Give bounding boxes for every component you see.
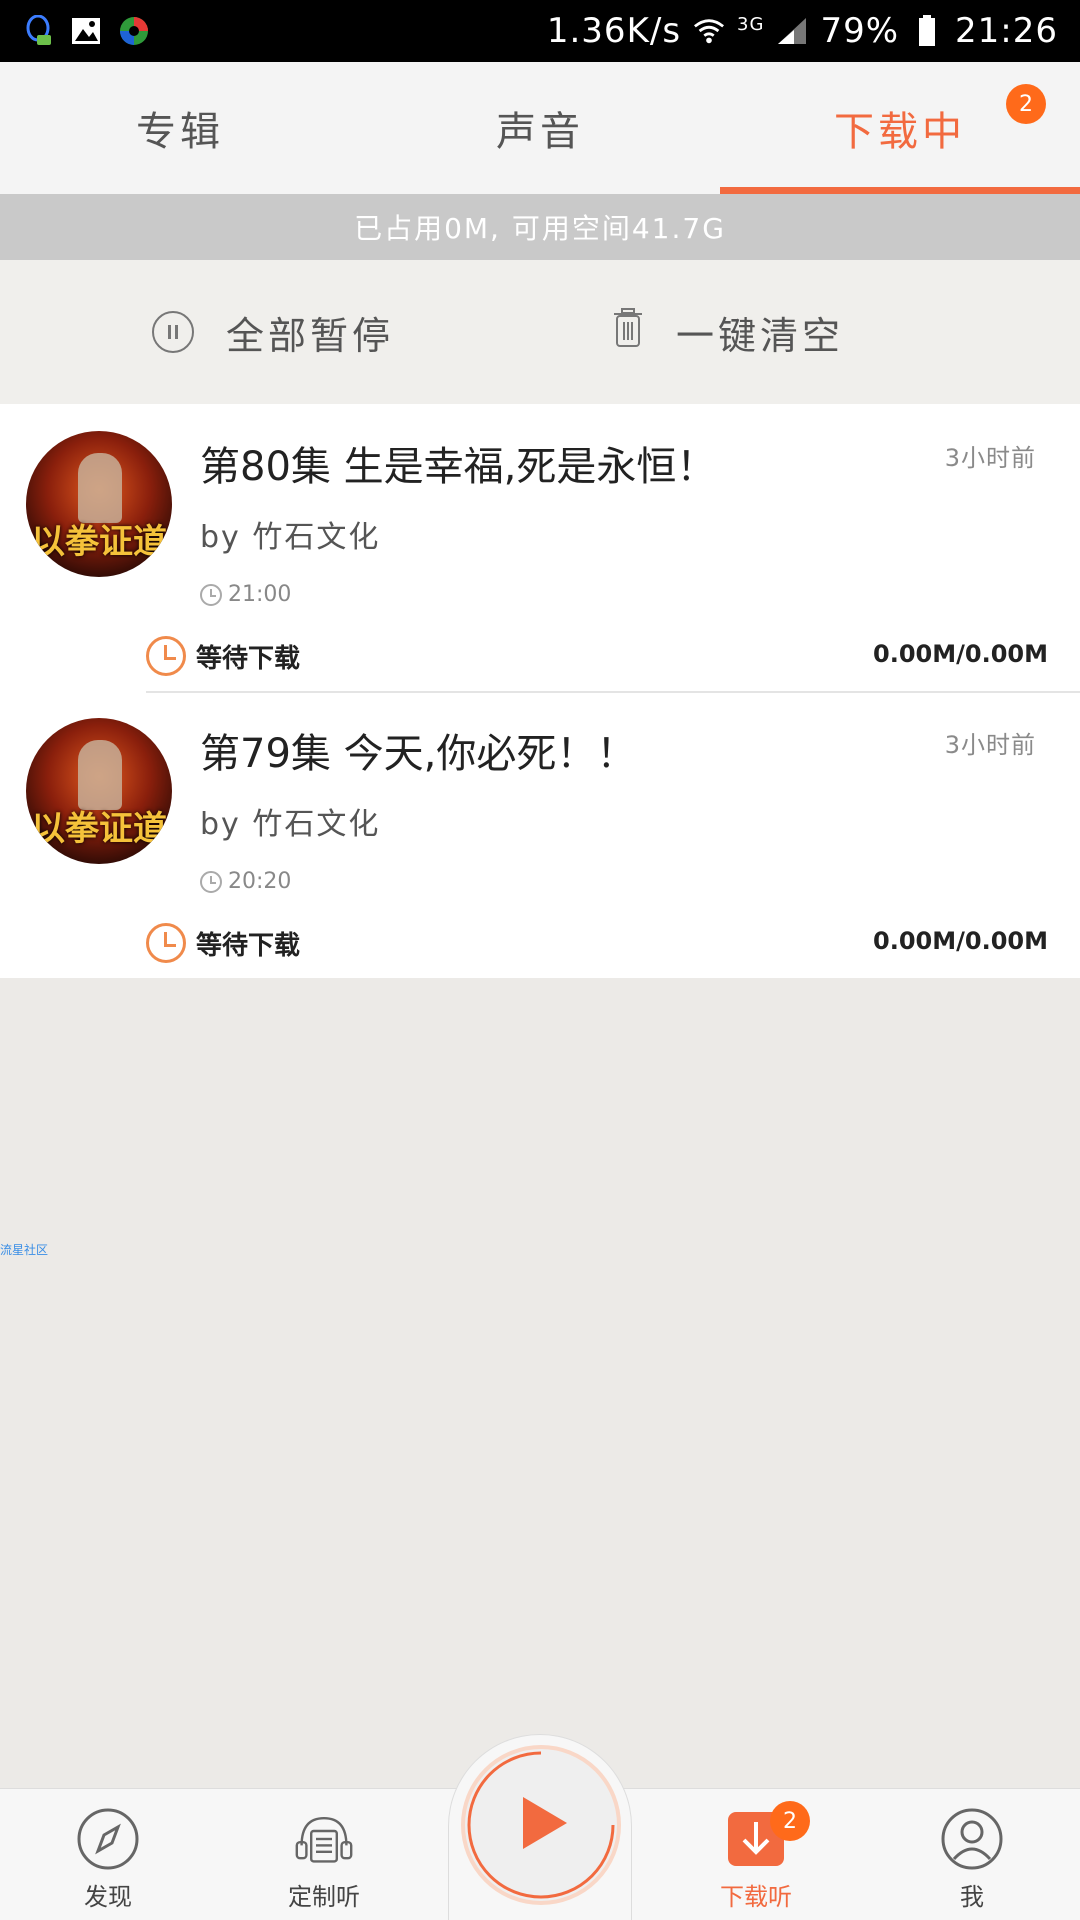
nav-me[interactable]: 我 <box>902 1807 1042 1912</box>
nav-discover[interactable]: 发现 <box>38 1807 178 1912</box>
headphones-icon <box>292 1807 356 1871</box>
episode-title: 第80集 生是幸福,死是永恒！ <box>200 444 717 490</box>
download-status[interactable]: 等待下载 <box>146 923 300 963</box>
waiting-clock-icon <box>146 636 186 676</box>
user-icon <box>940 1807 1004 1871</box>
clock-icon <box>200 870 222 893</box>
time-ago: 3小时前 <box>944 731 1036 759</box>
clock-time: 21:26 <box>955 11 1058 51</box>
tab-downloading[interactable]: 下载中 2 <box>720 62 1080 194</box>
album-cover: 以拳证道 <box>26 431 172 577</box>
clear-all-label: 一键清空 <box>676 313 845 358</box>
clear-all-button[interactable]: 一键清空 <box>612 305 844 360</box>
download-size: 0.00M/0.00M <box>873 640 1048 668</box>
pause-all-button[interactable]: 全部暂停 <box>152 305 394 360</box>
download-status[interactable]: 等待下载 <box>146 636 300 676</box>
downloading-count-badge: 2 <box>1006 84 1046 124</box>
gallery-icon <box>70 15 102 47</box>
watermark: 流星社区 <box>0 1243 49 1257</box>
list-item[interactable]: 以拳证道 第79集 今天,你必死！！ 3小时前 by 竹石文化 20:20 等待… <box>0 691 1080 1257</box>
wifi-icon <box>693 15 725 47</box>
nav-download-listen[interactable]: 2 下载听 <box>686 1801 826 1912</box>
download-count-badge: 2 <box>770 1801 810 1841</box>
list-item[interactable]: 以拳证道 第80集 生是幸福,死是永恒！ 3小时前 by 竹石文化 21:00 … <box>0 404 1080 691</box>
network-speed: 1.36K/s <box>546 11 682 51</box>
episode-author: by 竹石文化 <box>200 807 381 842</box>
download-list: 以拳证道 第80集 生是幸福,死是永恒！ 3小时前 by 竹石文化 21:00 … <box>0 404 1080 1257</box>
tab-albums[interactable]: 专辑 <box>0 62 360 194</box>
qq-icon <box>22 15 54 47</box>
nav-custom-listen[interactable]: 定制听 <box>254 1807 394 1912</box>
download-size: 0.00M/0.00M <box>873 927 1048 955</box>
trash-icon <box>612 307 644 357</box>
battery-percent: 79% <box>820 11 900 51</box>
status-bar: 1.36K/s 3G 79% 21:26 <box>0 0 1080 62</box>
battery-icon <box>911 15 943 47</box>
tab-sounds[interactable]: 声音 <box>360 62 720 194</box>
play-button[interactable] <box>461 1745 621 1905</box>
album-cover: 以拳证道 <box>26 718 172 864</box>
signal-icon <box>776 15 808 47</box>
pause-all-label: 全部暂停 <box>226 313 395 358</box>
episode-author: by 竹石文化 <box>200 520 381 555</box>
time-ago: 3小时前 <box>944 444 1036 472</box>
episode-duration: 21:00 <box>200 582 291 607</box>
storage-info: 已占用0M, 可用空间41.7G <box>0 194 1080 260</box>
tab-bar: 专辑 声音 下载中 2 <box>0 62 1080 194</box>
episode-title: 第79集 今天,你必死！！ <box>200 731 637 777</box>
player-dock <box>448 1734 632 1920</box>
action-bar: 全部暂停 一键清空 <box>0 260 1080 404</box>
waiting-clock-icon <box>146 923 186 963</box>
network-type: 3G <box>737 13 765 35</box>
pause-icon <box>152 311 194 353</box>
app-icon <box>118 15 150 47</box>
episode-duration: 20:20 <box>200 869 291 894</box>
compass-icon <box>76 1807 140 1871</box>
clock-icon <box>200 583 222 606</box>
